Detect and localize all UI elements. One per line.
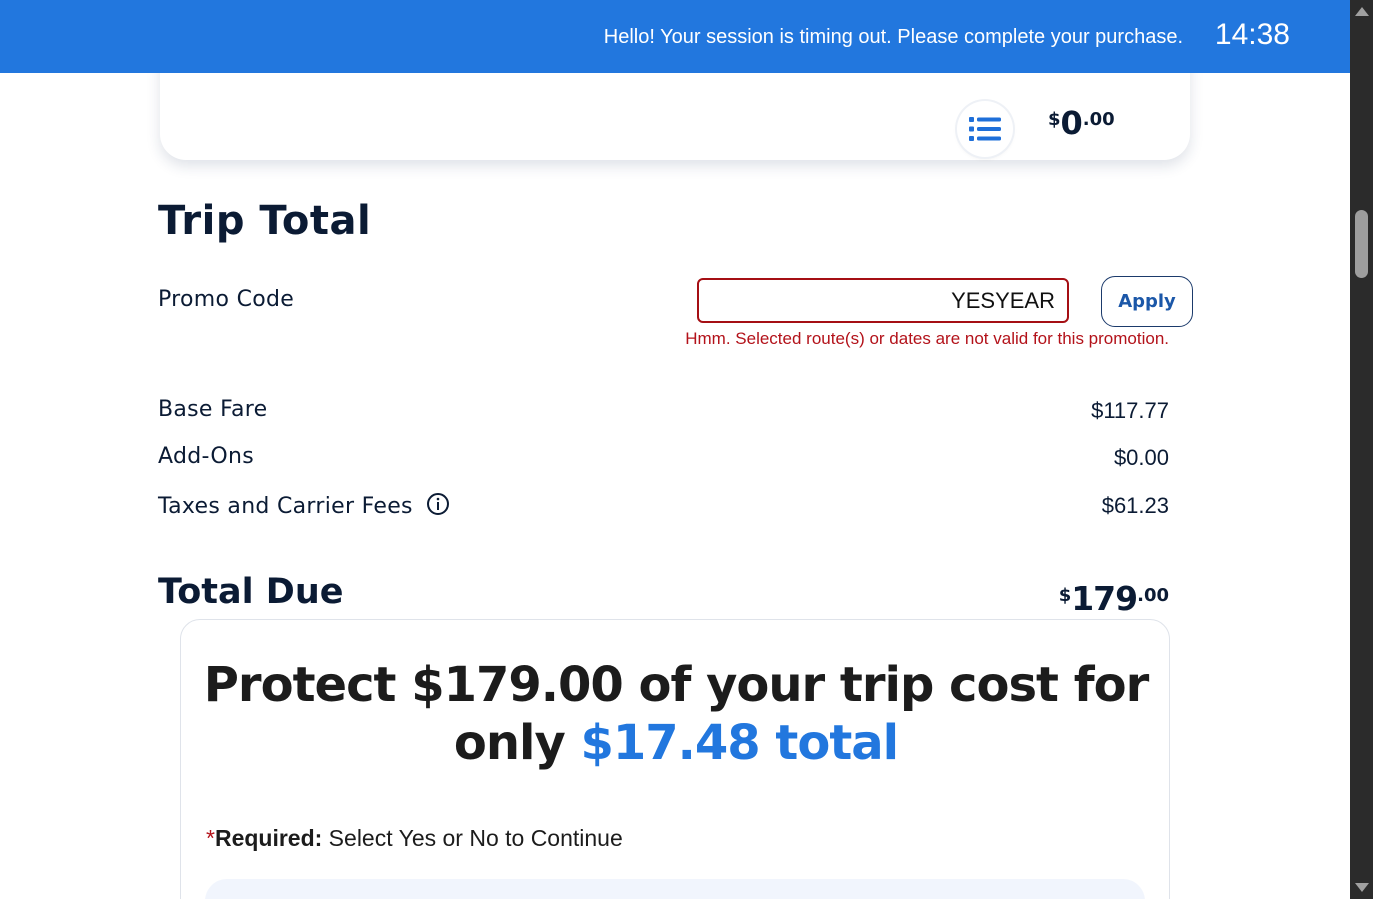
add-ons-value: $0.00 [1113,445,1169,470]
taxes-fees-value: $61.23 [1101,493,1169,518]
session-timeout-message: Hello! Your session is timing out. Pleas… [603,26,1183,48]
total-due-price: $ 179 .00 [1059,580,1169,618]
info-icon[interactable] [426,492,450,522]
vertical-scrollbar[interactable] [1350,0,1373,899]
protection-option-panel[interactable] [205,879,1145,899]
fare-summary-price: $ 0 .00 [1048,104,1115,142]
price-whole: 0 [1060,104,1083,142]
promo-code-input[interactable] [697,278,1069,323]
required-instruction: Select Yes or No to Continue [322,825,623,851]
scroll-up-arrow-icon[interactable] [1355,7,1369,16]
protection-headline: Protect $179.00 of your trip cost for on… [181,656,1171,772]
session-timeout-banner: Hello! Your session is timing out. Pleas… [0,0,1350,73]
taxes-fees-row: Taxes and Carrier Fees [158,492,450,522]
protection-price-highlight: $17.48 total [580,715,899,771]
trip-protection-card: Protect $179.00 of your trip cost for on… [180,619,1170,899]
required-label: Required: [214,825,323,851]
total-whole: 179 [1071,579,1138,618]
scroll-down-arrow-icon[interactable] [1355,883,1369,892]
page-viewport: $ 0 .00 Hello! Your session is timing ou… [0,0,1350,899]
base-fare-label: Base Fare [158,397,268,422]
total-currency: $ [1058,585,1072,606]
required-notice: *Required: Select Yes or No to Continue [206,825,623,852]
price-cents: .00 [1082,109,1115,130]
taxes-fees-label: Taxes and Carrier Fees [158,494,413,519]
itinerary-list-button[interactable] [957,101,1013,157]
apply-promo-button[interactable]: Apply [1101,276,1193,327]
required-asterisk: * [206,825,215,851]
promo-error-message: Hmm. Selected route(s) or dates are not … [685,329,1169,348]
promo-code-label: Promo Code [158,287,295,312]
total-cents: .00 [1137,585,1169,606]
scroll-thumb[interactable] [1355,210,1368,278]
session-timer: 14:38 [1214,18,1290,51]
list-icon [969,117,1001,141]
add-ons-label: Add-Ons [158,444,254,469]
base-fare-value: $117.77 [1091,398,1169,423]
price-currency: $ [1048,109,1061,130]
total-due-label: Total Due [158,572,344,612]
trip-total-title: Trip Total [158,198,372,244]
